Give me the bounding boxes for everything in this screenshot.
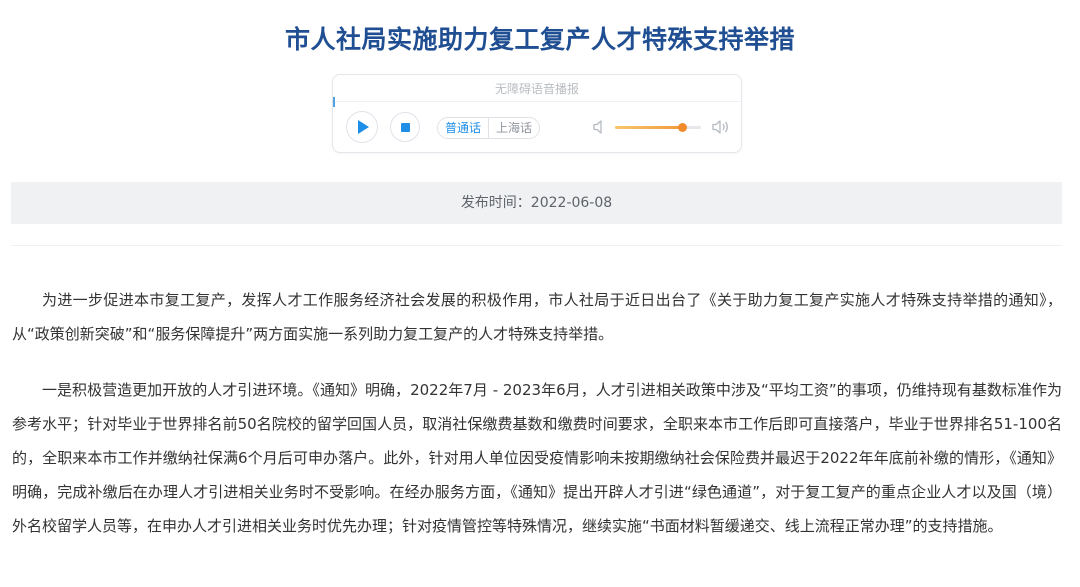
divider — [11, 245, 1062, 246]
player-divider — [333, 101, 741, 102]
article-body: 为进一步促进本市复工复产，发挥人才工作服务经济社会发展的积极作用，市人社局于近日… — [12, 283, 1062, 565]
volume-fill — [615, 126, 683, 129]
play-icon — [358, 120, 369, 134]
language-option-mandarin[interactable]: 普通话 — [438, 118, 488, 138]
publish-date-bar: 发布时间：2022-06-08 — [11, 182, 1062, 224]
play-button[interactable] — [346, 111, 378, 143]
volume-knob[interactable] — [678, 123, 688, 132]
publish-date: 发布时间：2022-06-08 — [460, 195, 613, 211]
paragraph: 一是积极营造更加开放的人才引进环境。《通知》明确，2022年7月 - 2023年… — [12, 381, 1062, 535]
audio-player: 无障碍语音播报 普通话 上海话 — [332, 74, 742, 153]
volume-slider[interactable] — [615, 123, 701, 132]
player-title: 无障碍语音播报 — [494, 82, 579, 96]
language-switch: 普通话 上海话 — [437, 117, 541, 139]
stop-button[interactable] — [390, 112, 420, 142]
paragraph: 为进一步促进本市复工复产，发挥人才工作服务经济社会发展的积极作用，市人社局于近日… — [12, 291, 1062, 343]
page-title: 市人社局实施助力复工复产人才特殊支持举措 — [284, 25, 795, 54]
volume-low-icon[interactable] — [592, 119, 606, 139]
stop-icon — [400, 122, 410, 132]
volume-high-icon[interactable] — [711, 119, 731, 139]
player-progress-marker — [333, 97, 335, 107]
language-option-shanghainese[interactable]: 上海话 — [488, 118, 539, 138]
